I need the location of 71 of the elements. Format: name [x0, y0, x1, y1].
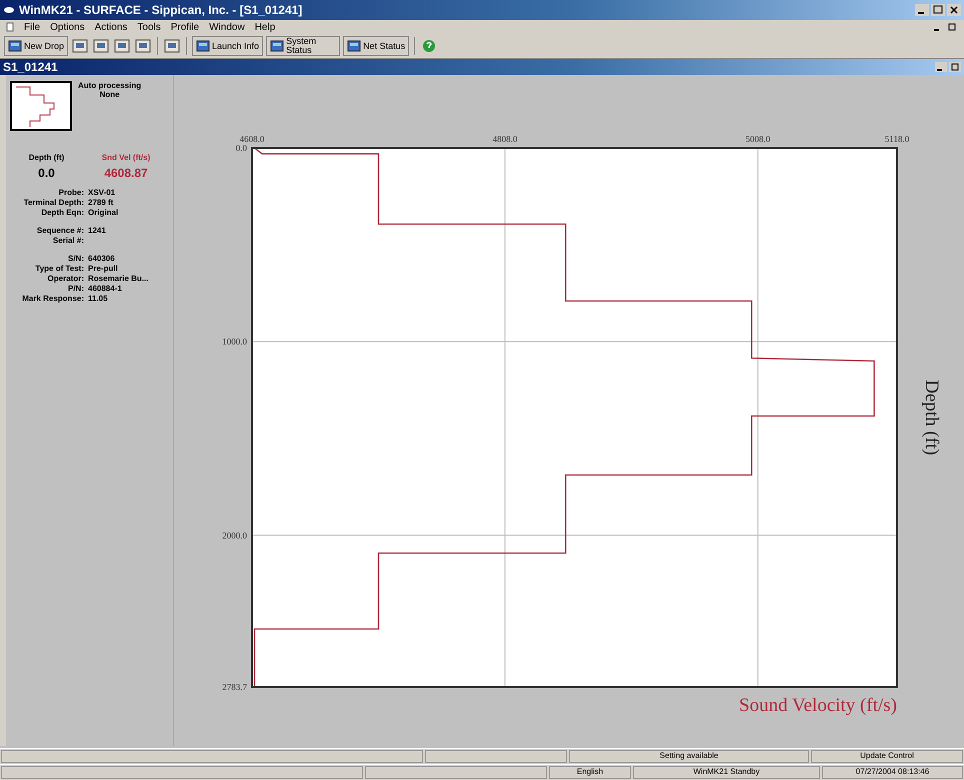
menu-item[interactable]: Actions [94, 22, 128, 32]
depth-label: Depth (ft) [28, 153, 64, 162]
field-value: Original [88, 208, 120, 218]
field-value: 460884-1 [88, 284, 123, 294]
status-text: English [549, 766, 631, 779]
field-label: S/N: [67, 254, 84, 264]
monitor-icon [8, 40, 22, 52]
y-tick-label: 2783.7 [222, 682, 247, 692]
processing-label: Auto processing [78, 81, 142, 90]
field-label: Depth Eqn: [40, 208, 84, 218]
app-icon [3, 5, 15, 15]
minimize-icon[interactable] [935, 62, 947, 72]
maximize-icon[interactable] [931, 4, 945, 16]
toolbar-icon[interactable] [71, 38, 90, 54]
x-tick-label: 5008.0 [746, 134, 770, 144]
close-icon[interactable] [947, 4, 961, 16]
toolbar-icon[interactable] [113, 38, 132, 54]
window-title: WinMK21 - SURFACE - Sippican, Inc. - [S1_01241] [19, 3, 302, 17]
field-value: Rosemarie Bu... [88, 274, 150, 284]
menu-item[interactable]: File [24, 22, 40, 32]
status-text: WinMK21 Standby [633, 766, 820, 779]
restore-icon[interactable] [946, 22, 958, 32]
profile-thumbnail-drawing [10, 81, 72, 131]
field-label: Operator: [46, 274, 84, 284]
document-icon[interactable] [6, 22, 14, 32]
field-label: Terminal Depth: [22, 198, 84, 208]
x-tick-label: 5118.0 [884, 134, 910, 144]
menu-item[interactable]: Profile [170, 22, 200, 32]
menu-item[interactable]: Help [254, 22, 276, 32]
toolbar-button[interactable]: Launch Info [192, 36, 264, 56]
y-tick-label: 2000.0 [222, 530, 247, 540]
toolbar-button[interactable]: New Drop [4, 36, 68, 56]
field-label: Type of Test: [34, 264, 84, 274]
restore-icon[interactable] [949, 62, 961, 72]
toolbar-button[interactable]: System Status [266, 36, 340, 56]
field-value: XSV-01 [88, 188, 116, 198]
status-text: 07/27/2004 08:13:46 [822, 766, 963, 779]
field-label: Mark Response: [21, 294, 84, 304]
monitor-icon [347, 40, 362, 52]
monitor-icon [270, 40, 284, 52]
x-tick-label: 4808.0 [492, 134, 518, 144]
toolbar-icon[interactable] [134, 38, 152, 54]
field-value: 1241 [88, 226, 107, 236]
y-tick-label: 1000.0 [222, 336, 247, 347]
processing-value: None [100, 90, 120, 99]
menu-item[interactable]: Options [50, 22, 85, 32]
depth-value: 0.0 [38, 166, 55, 180]
field-label: Sequence #: [36, 226, 84, 236]
menu-item[interactable]: Window [209, 22, 245, 32]
x-axis-title: Sound Velocity (ft/s) [739, 695, 897, 716]
monitor-icon [196, 40, 210, 52]
status-text: Update Control [811, 750, 963, 763]
velocity-label: Snd Vel (ft/s) [102, 153, 150, 162]
field-value: 2789 ft [88, 198, 114, 208]
field-value: Pre-pull [88, 264, 119, 274]
toolbar-icon[interactable] [163, 38, 182, 54]
velocity-value: 4608.87 [104, 166, 148, 180]
field-value: 11.05 [88, 294, 109, 304]
y-axis-title: Depth (ft) [921, 380, 942, 456]
minimize-icon[interactable] [915, 4, 929, 16]
toolbar-button[interactable]: Net Status [343, 36, 410, 56]
field-label: Probe: [58, 188, 84, 198]
status-text: Setting available [569, 750, 809, 763]
field-value: 640306 [88, 254, 116, 264]
document-title: S1_01241 [3, 60, 58, 74]
toolbar-icon[interactable] [92, 38, 110, 54]
field-label: Serial #: [52, 236, 84, 246]
y-tick-label: 0.0 [236, 143, 247, 153]
x-tick-label: 4608.0 [240, 134, 264, 144]
field-label: P/N: [67, 284, 84, 294]
menu-item[interactable]: Tools [137, 22, 161, 32]
